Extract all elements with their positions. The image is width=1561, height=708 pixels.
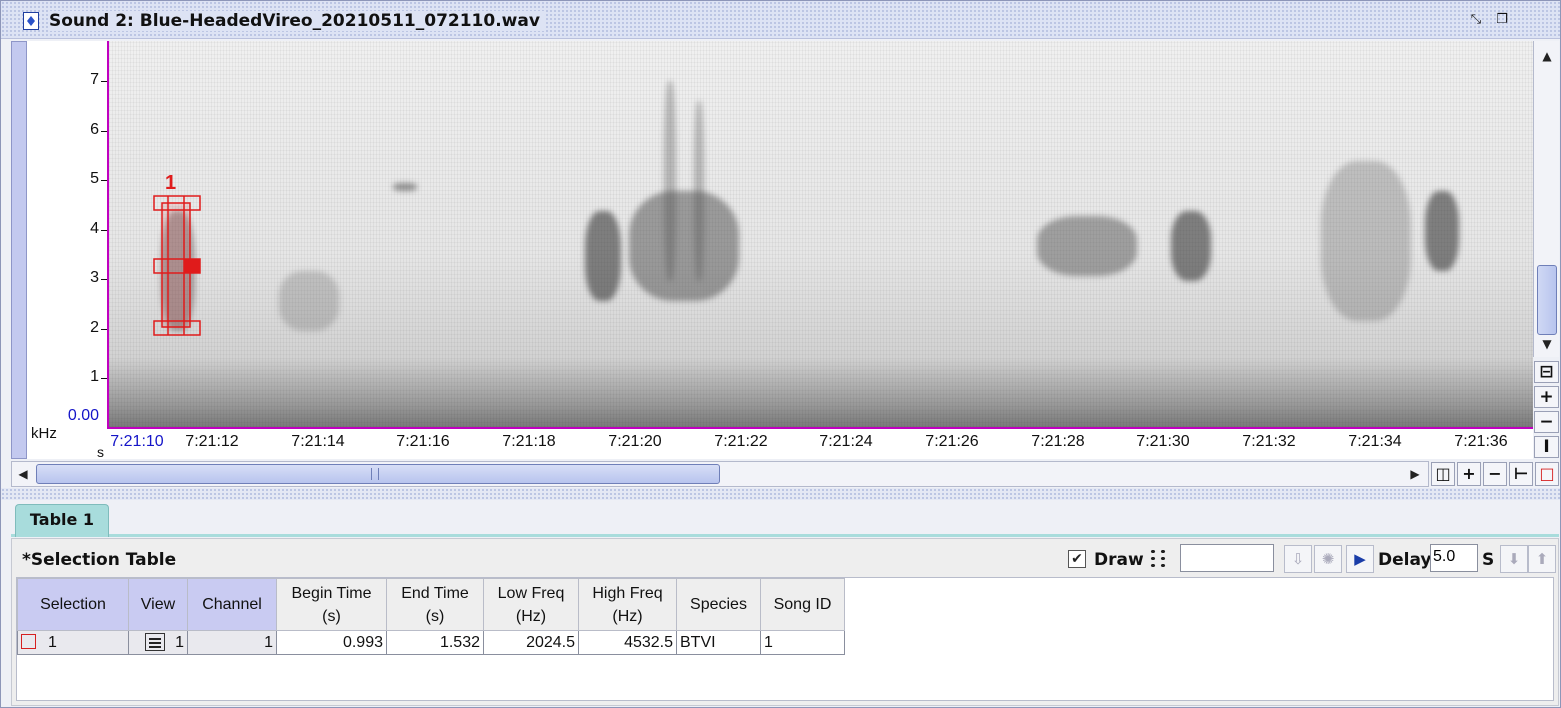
- vertical-fit-icon[interactable]: ⊟: [1534, 361, 1559, 383]
- maximize-icon[interactable]: ❐: [1493, 11, 1511, 29]
- column-header[interactable]: End Time (s): [386, 578, 484, 631]
- x-tick-label: 7:21:30: [1136, 433, 1190, 450]
- vertical-zoom-out-button[interactable]: −: [1534, 411, 1559, 433]
- x-axis-unit: s: [97, 444, 104, 460]
- channel-selector-strip[interactable]: [11, 41, 27, 459]
- table-tab-strip: Table 1: [11, 501, 1559, 537]
- selection-color-icon: [21, 633, 36, 649]
- x-tick-label: 7:21:36: [1454, 433, 1508, 450]
- x-tick-label: 7:21:24: [819, 433, 873, 450]
- x-tick-label: 7:21:22: [714, 433, 768, 450]
- scroll-right-icon[interactable]: ▶: [1406, 465, 1424, 483]
- selection-number-label: 1: [165, 172, 177, 194]
- view-cell[interactable]: 1: [128, 630, 188, 655]
- selection-table-panel: *Selection Table ✔ Draw ⇩ ✺ ▶ Delay: 5.0…: [11, 538, 1559, 706]
- draw-label: Draw: [1094, 550, 1144, 570]
- vertical-scroll-thumb[interactable]: [1537, 265, 1557, 335]
- x-tick-label: 7:21:26: [925, 433, 979, 450]
- song-id-cell[interactable]: 1: [760, 630, 845, 655]
- scroll-down-icon[interactable]: ▼: [1538, 335, 1556, 353]
- column-header[interactable]: Selection: [17, 578, 129, 631]
- column-header[interactable]: Song ID: [760, 578, 845, 631]
- restore-icon[interactable]: ⤡: [1467, 11, 1485, 29]
- horizontal-zoom-in-button[interactable]: +: [1457, 462, 1481, 486]
- channel-cell[interactable]: 1: [187, 630, 277, 655]
- delay-field[interactable]: 5.0: [1430, 544, 1478, 572]
- move-down-icon[interactable]: ⬇: [1500, 545, 1528, 573]
- spectrogram-view-icon: [145, 633, 166, 651]
- frequency-axis: 7 6 5 4 3 2 1 0.00 kHz: [27, 41, 107, 459]
- end-time-cell[interactable]: 1.532: [386, 630, 484, 655]
- vertical-zoom-in-button[interactable]: +: [1534, 386, 1559, 408]
- y-tick-label: 3: [90, 269, 99, 286]
- low-freq-cell[interactable]: 2024.5: [483, 630, 579, 655]
- y-tick-label: 1: [90, 368, 99, 385]
- loop-icon[interactable]: ✺: [1314, 545, 1342, 573]
- selection-zoom-icon[interactable]: □: [1535, 462, 1559, 486]
- horizontal-range-icon[interactable]: ⊢: [1509, 462, 1533, 486]
- move-up-icon[interactable]: ⬆: [1528, 545, 1556, 573]
- x-tick-label: 7:21:34: [1348, 433, 1402, 450]
- spectrogram-plot[interactable]: 1: [107, 41, 1533, 429]
- horizontal-scrollbar[interactable]: ◀ ▶: [11, 461, 1429, 487]
- selection-table: Selection View Channel Begin Time (s) End…: [17, 578, 845, 655]
- y-tick-label: 2: [90, 319, 99, 336]
- high-freq-cell[interactable]: 4532.5: [578, 630, 677, 655]
- y-tick-label: 5: [90, 170, 99, 187]
- y-tick-label: 0.00: [67, 407, 99, 424]
- selection-overlay[interactable]: [109, 41, 1533, 429]
- next-selection-icon[interactable]: ⇩: [1284, 545, 1312, 573]
- x-tick-label: 7:21:18: [502, 433, 556, 450]
- x-tick-label: 7:21:28: [1031, 433, 1085, 450]
- column-header[interactable]: High Freq (Hz): [578, 578, 677, 631]
- x-tick-label: 7:21:14: [291, 433, 345, 450]
- time-axis: 7:21:10 7:21:12 7:21:14 7:21:16 7:21:18 …: [107, 429, 1533, 459]
- x-tick-label: 7:21:32: [1242, 433, 1296, 450]
- column-header[interactable]: View: [128, 578, 188, 631]
- species-cell[interactable]: BTVI: [676, 630, 761, 655]
- title-bar[interactable]: Sound 2: Blue-HeadedVireo_20210511_07211…: [1, 1, 1560, 39]
- column-header[interactable]: Species: [676, 578, 761, 631]
- x-tick-label: 7:21:20: [608, 433, 662, 450]
- x-tick-label: 7:21:10: [110, 433, 164, 450]
- horizontal-scroll-thumb[interactable]: [36, 464, 720, 484]
- x-tick-label: 7:21:16: [396, 433, 450, 450]
- y-axis-unit: kHz: [31, 425, 57, 442]
- horizontal-zoom-out-button[interactable]: −: [1483, 462, 1507, 486]
- draw-checkbox[interactable]: ✔: [1068, 550, 1086, 568]
- begin-time-cell[interactable]: 0.993: [276, 630, 387, 655]
- table-row[interactable]: 1 1 1 0.993 1.532 2024.5 4532.5 BTVI 1: [17, 630, 845, 655]
- scroll-up-icon[interactable]: ▲: [1538, 47, 1556, 65]
- horizontal-fit-icon[interactable]: ◫: [1431, 462, 1455, 486]
- y-tick-label: 4: [90, 220, 99, 237]
- delay-unit: S: [1482, 550, 1495, 570]
- window-title: Sound 2: Blue-HeadedVireo_20210511_07211…: [49, 11, 546, 31]
- table-header-row: Selection View Channel Begin Time (s) End…: [17, 578, 845, 631]
- sound-file-icon: [23, 12, 39, 30]
- play-selection-icon[interactable]: ▶: [1346, 545, 1374, 573]
- selection-table-title: *Selection Table: [22, 550, 177, 570]
- draw-text-field[interactable]: [1180, 544, 1274, 572]
- column-header[interactable]: Low Freq (Hz): [483, 578, 579, 631]
- tab-table-1[interactable]: Table 1: [15, 504, 109, 537]
- y-tick-label: 7: [90, 71, 99, 88]
- scroll-left-icon[interactable]: ◀: [14, 465, 32, 483]
- vertical-range-icon[interactable]: Ι: [1534, 436, 1559, 458]
- grid-options-icon[interactable]: [1148, 548, 1168, 570]
- column-header[interactable]: Channel: [187, 578, 277, 631]
- selection-table-area: Selection View Channel Begin Time (s) End…: [16, 577, 1554, 701]
- pane-splitter[interactable]: [1, 488, 1560, 500]
- vertical-scrollbar[interactable]: ▲ ▼: [1533, 41, 1559, 357]
- x-tick-label: 7:21:12: [185, 433, 239, 450]
- selection-cell[interactable]: 1: [17, 630, 129, 655]
- sound-window: Sound 2: Blue-HeadedVireo_20210511_07211…: [0, 0, 1561, 708]
- y-tick-label: 6: [90, 121, 99, 138]
- column-header[interactable]: Begin Time (s): [276, 578, 387, 631]
